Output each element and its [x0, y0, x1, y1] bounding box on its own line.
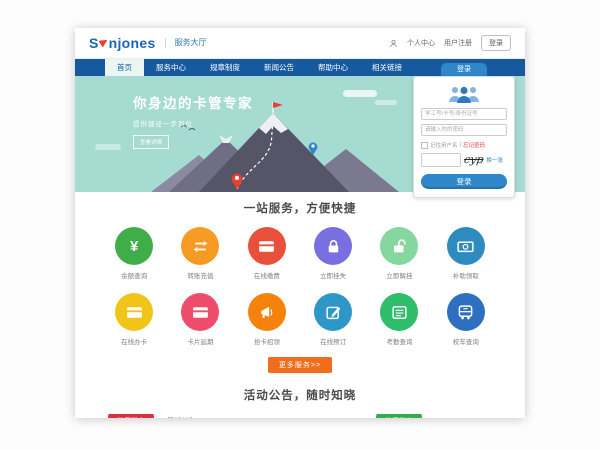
nav-item-news[interactable]: 新闻公告 — [252, 59, 306, 76]
banner-title: 你身边的卡管专家 — [133, 92, 253, 112]
services-section: 一站服务，方便快捷 ¥ 余额查询 转账充值 在线缴费 — [75, 192, 525, 373]
banner-detail-button[interactable]: 查看详情 — [133, 135, 169, 149]
user-icon — [389, 39, 398, 48]
apply-card-icon — [115, 293, 153, 331]
divider: | — [460, 142, 461, 148]
latest-news-tab[interactable]: 最新公告 — [167, 416, 195, 418]
bus-icon — [447, 293, 485, 331]
users-group-icon — [446, 84, 482, 104]
nav-item-rules[interactable]: 规章制度 — [198, 59, 252, 76]
captcha-image[interactable]: cyp — [463, 154, 484, 166]
megaphone-icon — [248, 293, 286, 331]
more-link-left[interactable]: 更多>> — [326, 417, 345, 418]
nav-item-help-center[interactable]: 帮助中心 — [306, 59, 360, 76]
nav-item-links[interactable]: 相关链接 — [360, 59, 414, 76]
announcements-title: 活动公告，随时知晓 — [75, 387, 525, 403]
attendance-list-icon — [380, 293, 418, 331]
header-login-button[interactable]: 登录 — [481, 35, 511, 51]
cloud-icon — [343, 90, 377, 97]
transfer-icon — [181, 227, 219, 265]
service-school-bus[interactable]: 校车查询 — [433, 293, 499, 346]
service-transfer[interactable]: 转账充值 — [167, 227, 233, 280]
captcha-row: cyp 换一张 — [421, 153, 507, 167]
lock-icon — [314, 227, 352, 265]
service-report-loss[interactable]: 立即挂失 — [300, 227, 366, 280]
panel-right-head: 使用指南 更多>> — [361, 412, 507, 418]
more-link-right[interactable]: 更多>> — [488, 417, 507, 418]
banknote-icon — [447, 227, 485, 265]
captcha-input[interactable] — [421, 153, 461, 167]
login-submit-button[interactable]: 登录 — [421, 174, 507, 189]
announcement-panel-left: 使用指南 最新公告 更多>> — [93, 412, 345, 418]
remember-checkbox[interactable] — [421, 142, 428, 149]
logo[interactable]: Snjones — [89, 35, 156, 51]
service-lost-found[interactable]: 拾卡招领 — [234, 293, 300, 346]
services-title: 一站服务，方便快捷 — [75, 200, 525, 216]
logo-text-suffix: njones — [109, 35, 156, 51]
login-panel: 登录 记住用户名 | 忘记密码 cyp 换一张 登录 — [413, 63, 515, 198]
service-card-renew[interactable]: 卡片延期 — [167, 293, 233, 346]
announcement-panels: 使用指南 最新公告 更多>> 使用指南 更多>> — [75, 403, 525, 418]
guide-ribbon-red[interactable]: 使用指南 — [106, 414, 156, 418]
announcement-panel-right: 使用指南 更多>> — [361, 412, 507, 418]
header-right: 个人中心 用户注册 登录 — [389, 35, 511, 51]
portal-name: 服务大厅 — [165, 38, 207, 48]
panel-left-head: 使用指南 最新公告 更多>> — [93, 412, 345, 418]
password-input[interactable] — [421, 124, 507, 136]
unlock-icon — [380, 227, 418, 265]
guide-ribbon-green[interactable]: 使用指南 — [374, 414, 424, 418]
service-apply-card[interactable]: 在线办卡 — [101, 293, 167, 346]
user-register-link[interactable]: 用户注册 — [444, 38, 472, 48]
card-renew-icon — [181, 293, 219, 331]
remember-label: 记住用户名 — [430, 141, 458, 149]
username-input[interactable] — [421, 108, 507, 120]
logo-arrow-icon — [98, 36, 109, 47]
banner-subtitle: 提供捷径一步到位 — [133, 118, 253, 128]
forgot-password-link[interactable]: 忘记密码 — [463, 141, 485, 149]
login-tab[interactable]: 登录 — [441, 63, 487, 76]
top-header: Snjones 服务大厅 个人中心 用户注册 登录 — [75, 28, 525, 59]
service-subsidy[interactable]: 补助领取 — [433, 227, 499, 280]
service-online-booking[interactable]: 在线预订 — [300, 293, 366, 346]
remember-row: 记住用户名 | 忘记密码 — [421, 141, 507, 149]
login-body: 记住用户名 | 忘记密码 cyp 换一张 登录 — [413, 76, 515, 198]
edit-icon — [314, 293, 352, 331]
captcha-refresh-link[interactable]: 换一张 — [486, 156, 503, 164]
banner-text: 你身边的卡管专家 提供捷径一步到位 查看详情 — [133, 92, 253, 149]
nav-item-service-center[interactable]: 服务中心 — [144, 59, 198, 76]
service-balance[interactable]: ¥ 余额查询 — [101, 227, 167, 280]
site-page: Snjones 服务大厅 个人中心 用户注册 登录 首页 服务中心 规章制度 新… — [75, 28, 525, 418]
personal-center-link[interactable]: 个人中心 — [407, 38, 435, 48]
cloud-icon — [95, 144, 121, 150]
payment-card-icon — [248, 227, 286, 265]
logo-text-prefix: S — [89, 35, 99, 51]
service-attendance[interactable]: 考勤查询 — [366, 293, 432, 346]
yen-icon: ¥ — [115, 227, 153, 265]
service-unlock[interactable]: 立即解挂 — [366, 227, 432, 280]
service-pay[interactable]: 在线缴费 — [234, 227, 300, 280]
services-grid: ¥ 余额查询 转账充值 在线缴费 立即挂失 — [75, 216, 525, 346]
announcements-section: 活动公告，随时知晓 使用指南 最新公告 更多>> 使用指南 更多>> — [75, 373, 525, 418]
more-services-button[interactable]: 更多服务>> — [268, 357, 332, 373]
nav-item-home[interactable]: 首页 — [105, 59, 144, 76]
